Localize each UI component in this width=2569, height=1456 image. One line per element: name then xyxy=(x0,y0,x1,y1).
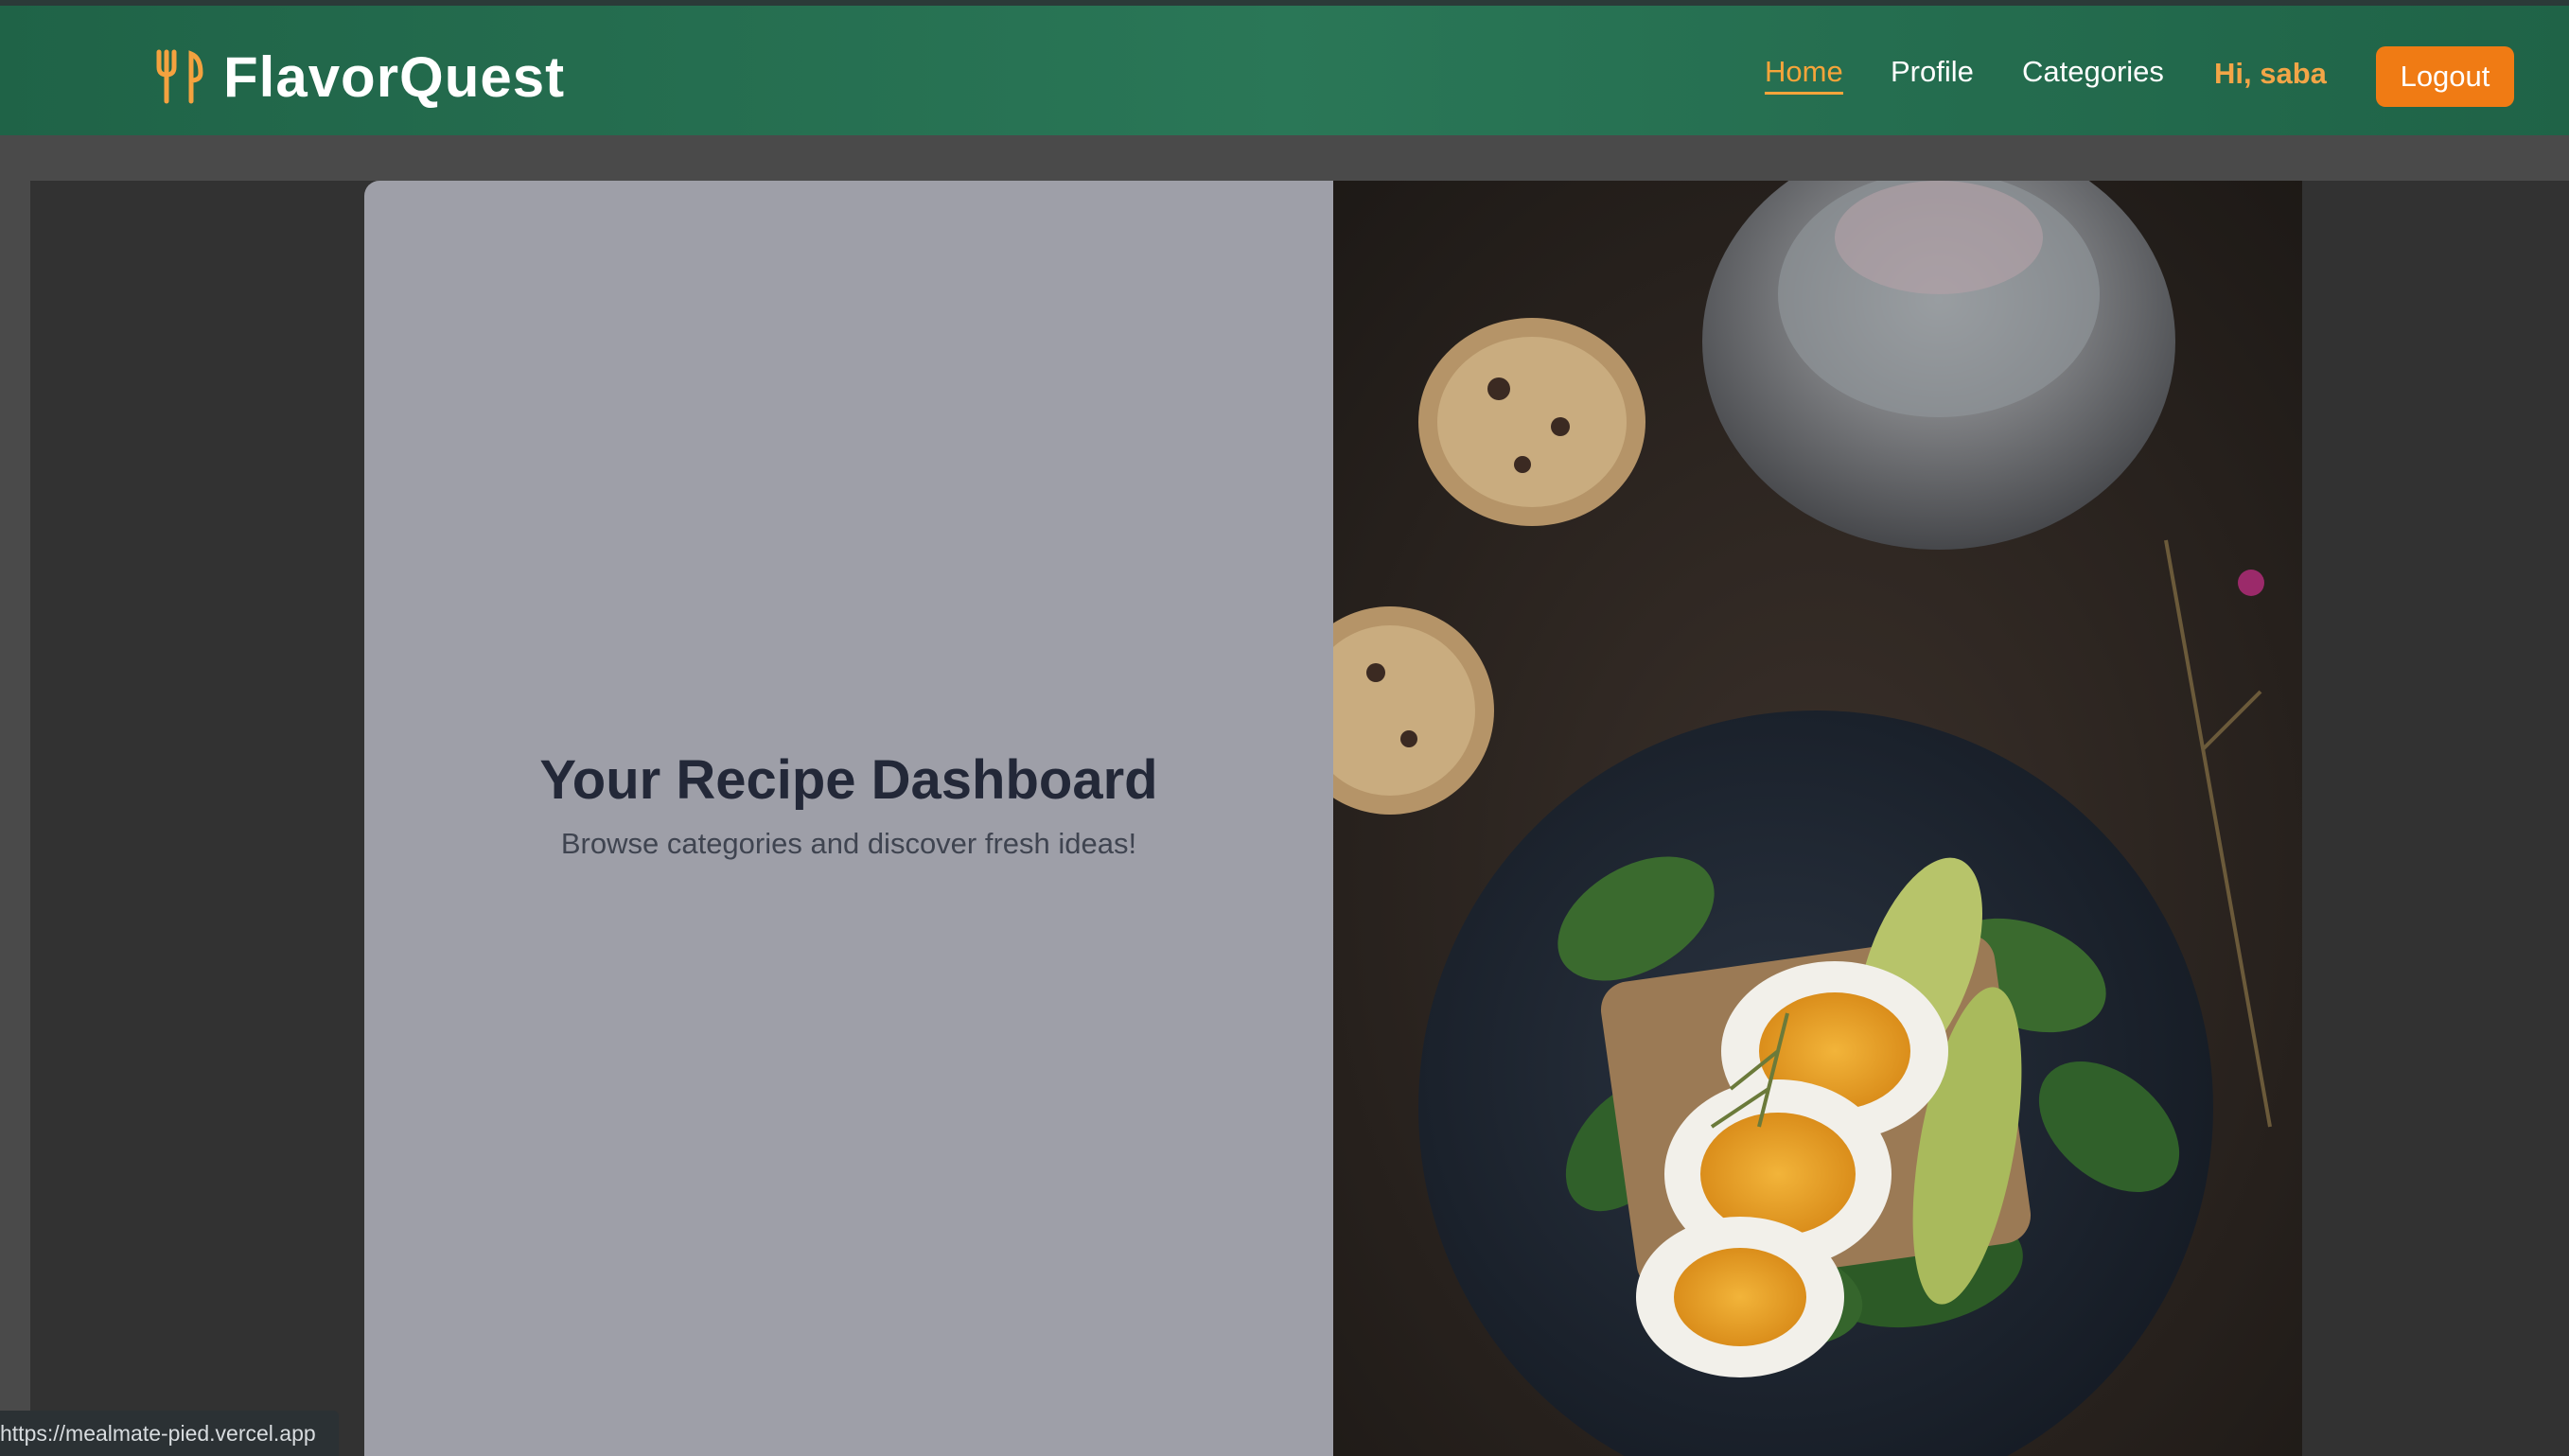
food-photo-illustration xyxy=(1333,181,2302,1456)
hero-food-image xyxy=(1333,181,2302,1456)
utensils-icon xyxy=(156,49,203,104)
brand-logo[interactable]: FlavorQuest xyxy=(153,44,565,110)
link-status-bar: https://mealmate-pied.vercel.app xyxy=(0,1411,339,1456)
dashboard-subtitle: Browse categories and discover fresh ide… xyxy=(560,827,1137,860)
logout-button[interactable]: Logout xyxy=(2376,46,2514,107)
hero-text-panel: Your Recipe Dashboard Browse categories … xyxy=(364,181,1333,1456)
nav-home-link[interactable]: Home xyxy=(1765,55,1843,95)
brand-name: FlavorQuest xyxy=(223,44,566,109)
user-greeting: Hi, saba xyxy=(2214,57,2327,90)
nav-categories-link[interactable]: Categories xyxy=(2022,55,2164,89)
navbar: FlavorQuest Home Profile Categories Hi, … xyxy=(0,6,2569,135)
dashboard-title: Your Recipe Dashboard xyxy=(539,749,1158,811)
nav-profile-link[interactable]: Profile xyxy=(1891,55,1974,89)
